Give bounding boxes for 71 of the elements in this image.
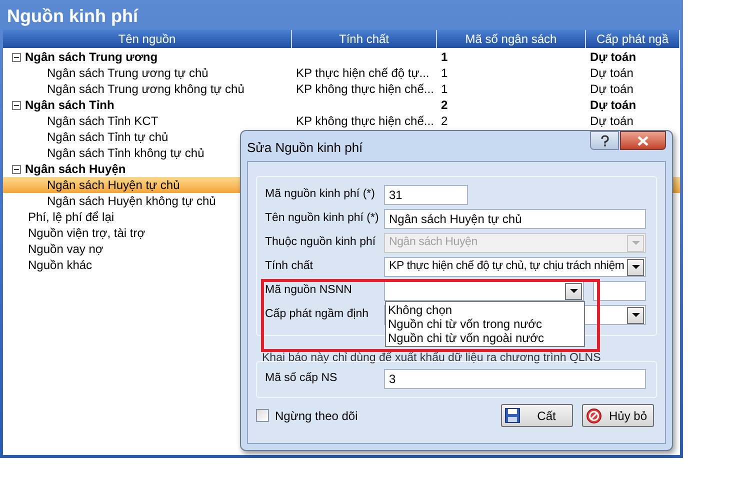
field-label: Mã nguồn NSNN — [265, 283, 353, 298]
table-cell-text: 1 — [441, 49, 448, 66]
field-label: Tính chất — [265, 259, 314, 274]
close-button[interactable] — [620, 131, 666, 150]
field-label: Cấp phát ngầm định — [265, 307, 370, 322]
table-cell-text: Ngân sách Huyện tự chủ — [47, 177, 180, 194]
input-field[interactable]: 31 — [384, 185, 468, 205]
input-field[interactable]: Ngân sách Huyện tự chủ — [384, 209, 646, 229]
dropdown-option[interactable]: Không chọn — [386, 303, 584, 317]
column-header[interactable]: Cấp phát ngầ — [586, 30, 680, 48]
table-cell-text: Dự toán — [590, 49, 636, 66]
save-button[interactable]: Cất — [501, 404, 573, 427]
table-cell-text: Dự toán — [590, 81, 634, 98]
dropdown-button[interactable] — [627, 258, 644, 276]
input-field[interactable]: 3 — [384, 369, 646, 389]
table-cell-text: KP thực hiện chế độ tự... — [296, 65, 430, 82]
column-header[interactable]: Mã số ngân sách — [437, 30, 586, 48]
table-row[interactable]: Ngân sách Tỉnh 2 Dự toán — [3, 97, 680, 113]
note-text: Khai báo này chỉ dùng để xuất khẩu dữ liệu ra chương trình QLNS — [262, 351, 602, 365]
column-header[interactable]: Tính chất — [292, 30, 437, 48]
cancel-button[interactable]: Hủy bỏ — [582, 404, 654, 427]
table-cell-text: 2 — [441, 113, 448, 130]
table-cell-text: Dự toán — [590, 113, 634, 130]
dropdown-list[interactable]: Không chọn Nguồn chi từ vốn trong nước Nguồn chi từ vốn ngoài nước — [385, 301, 585, 347]
cancel-icon — [586, 408, 602, 424]
table-cell-text: Ngân sách Trung ương tự chủ — [47, 65, 208, 82]
caret-icon — [632, 241, 640, 245]
dropdown-field[interactable]: KP thực hiện chế độ tự chủ, tự chịu trách nhiệm — [384, 257, 646, 277]
table-cell-text: Ngân sách Trung ương không tự chủ — [47, 81, 244, 98]
caret-icon — [570, 289, 578, 293]
dropdown-button[interactable] — [627, 306, 644, 324]
checkbox-label: Ngừng theo dõi — [275, 408, 358, 424]
field-label: Tên nguồn kinh phí (*) — [265, 211, 380, 226]
field-label: Mã nguồn kinh phí (*) — [265, 187, 376, 202]
table-cell-text: 1 — [441, 65, 448, 82]
dropdown-option[interactable]: Nguồn chi từ vốn trong nước — [386, 317, 584, 331]
caret-icon — [632, 265, 640, 269]
checkbox[interactable] — [256, 409, 269, 422]
table-cell-text: Ngân sách Tỉnh tự chủ — [47, 129, 168, 146]
table-cell-text: KP không thực hiện chế... — [296, 113, 434, 130]
dialog-title: Sửa Nguồn kinh phí — [247, 139, 363, 157]
collapse-icon[interactable] — [12, 100, 21, 110]
table-row[interactable]: Ngân sách Trung ương không tự chủ KP không thực hiện chế... 1 Dự toán — [3, 81, 680, 97]
dropdown-field: Ngân sách Huyện — [384, 233, 646, 253]
table-cell-text: 2 — [441, 97, 448, 114]
field-label: Mã số cấp NS — [265, 371, 338, 386]
dropdown-button[interactable] — [565, 282, 582, 300]
input-field[interactable] — [593, 281, 646, 301]
help-button[interactable] — [590, 131, 619, 150]
table-row[interactable]: Ngân sách Trung ương 1 Dự toán — [3, 49, 680, 65]
close-icon — [637, 136, 649, 146]
caret-icon — [632, 313, 640, 317]
table-cell-text: 1 — [441, 81, 448, 98]
table-cell-text: Dự toán — [590, 97, 636, 114]
dropdown-field[interactable] — [384, 281, 584, 301]
table-cell-text: Ngân sách Tỉnh — [25, 97, 114, 114]
table-row[interactable]: Ngân sách Tỉnh KCT KP không thực hiện chế... 2 Dự toán — [3, 113, 680, 129]
help-icon — [600, 134, 610, 146]
table-cell-text: Ngân sách Huyện — [25, 161, 126, 178]
window-title: Nguồn kinh phí — [6, 5, 140, 28]
table-cell-text: Ngân sách Tỉnh KCT — [47, 113, 158, 130]
table-cell-text: KP không thực hiện chế... — [296, 81, 434, 98]
table-cell-text: Ngân sách Trung ương — [25, 49, 158, 66]
dropdown-option[interactable]: Nguồn chi từ vốn ngoài nước — [386, 331, 584, 345]
collapse-icon[interactable] — [12, 164, 21, 174]
table-cell-text: Dự toán — [590, 65, 634, 82]
column-header[interactable]: Tên nguồn — [3, 30, 292, 48]
field-label: Thuộc nguồn kinh phí — [265, 235, 377, 250]
collapse-icon[interactable] — [12, 52, 21, 62]
table-row[interactable]: Ngân sách Trung ương tự chủ KP thực hiện chế độ tự... 1 Dự toán — [3, 65, 680, 81]
table-row[interactable]: Ngân sách Huyện — [3, 161, 680, 177]
